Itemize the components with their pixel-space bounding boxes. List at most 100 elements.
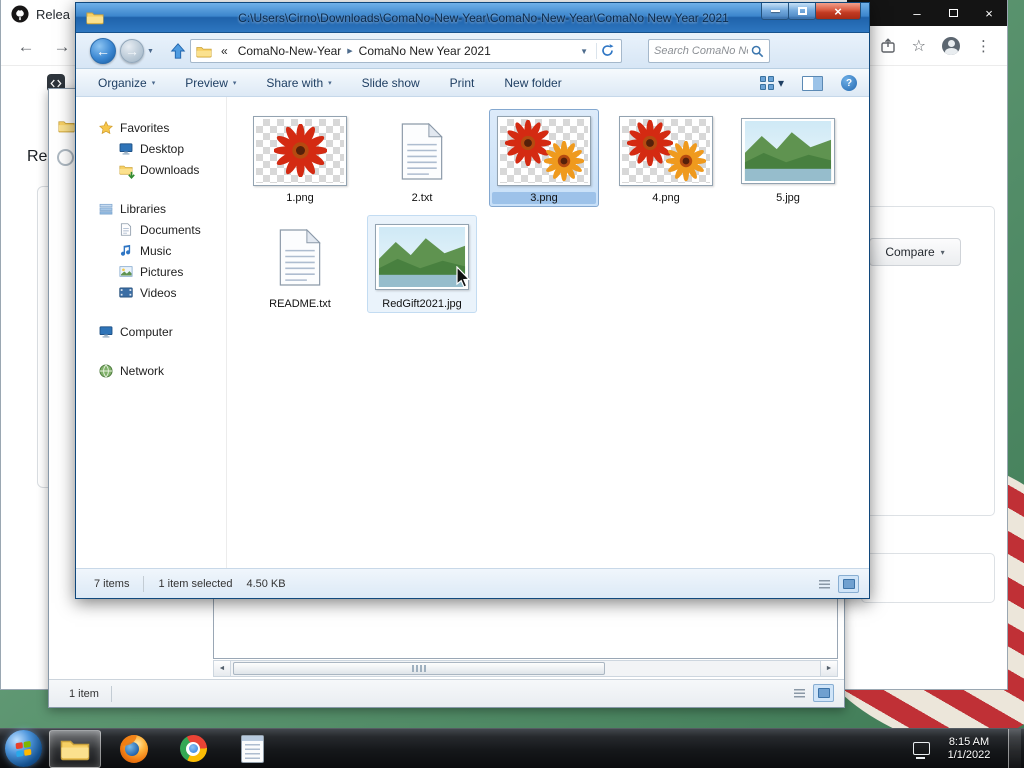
scrollbar-thumb[interactable] <box>233 662 605 675</box>
address-bar[interactable]: « ComaNo-New-Year ▶ ComaNo New Year 2021… <box>190 39 622 63</box>
clock-date: 1/1/2022 <box>947 748 991 761</box>
forward-button[interactable]: → <box>120 39 144 63</box>
file-tile-2txt[interactable]: 2.txt <box>367 109 477 207</box>
browser-menu-icon[interactable]: ⋮ <box>976 37 991 55</box>
slide-show-button[interactable]: Slide show <box>362 76 420 90</box>
page-heading-fragment: Re <box>27 148 48 165</box>
browser-toolbar-right: ☆ ⋮ <box>880 36 991 56</box>
back-button[interactable]: ← <box>90 38 116 64</box>
taskbar-clock[interactable]: 8:15 AM 1/1/2022 <box>940 736 998 762</box>
breadcrumb-item[interactable]: ComaNo New Year 2021 <box>354 44 496 58</box>
taskbar-chrome-button[interactable] <box>167 730 219 768</box>
downloads-folder-icon <box>118 162 135 179</box>
print-label: Print <box>449 75 475 90</box>
scroll-left-button[interactable]: ◄ <box>214 661 231 676</box>
file-grid: 1.png 2.txt 3.png 4.png 5.jpg README.txt… <box>239 109 869 321</box>
sidebar-label: Pictures <box>140 264 184 279</box>
preview-pane-button[interactable] <box>802 75 823 91</box>
file-name: 4.png <box>652 192 680 204</box>
sidebar-item-pictures[interactable]: Pictures <box>76 261 226 282</box>
bookmark-star-icon[interactable]: ☆ <box>912 36 926 56</box>
file-thumbnail <box>370 113 474 189</box>
sidebar-item-downloads[interactable]: Downloads <box>76 159 226 180</box>
minimize-button[interactable] <box>761 3 789 20</box>
divider <box>596 43 597 59</box>
change-view-button[interactable]: ▾ <box>759 76 784 90</box>
thumbnail-view-button[interactable] <box>838 575 859 593</box>
help-button[interactable]: ? <box>841 75 857 91</box>
status-bar: 1 item <box>49 679 844 707</box>
browser-tab-title[interactable]: Relea <box>36 7 70 22</box>
maximize-icon <box>948 9 958 17</box>
new-folder-button[interactable]: New folder <box>504 76 561 90</box>
file-list-area[interactable]: 1.png 2.txt 3.png 4.png 5.jpg README.txt… <box>227 97 869 568</box>
search-icon[interactable] <box>751 45 764 58</box>
file-tile-redgift[interactable]: RedGift2021.jpg <box>367 215 477 313</box>
profile-avatar[interactable] <box>942 37 960 55</box>
file-tile-1png[interactable]: 1.png <box>245 109 355 207</box>
maximize-button[interactable] <box>788 3 816 20</box>
file-thumbnail <box>248 113 352 189</box>
up-button[interactable] <box>168 41 188 61</box>
caret-down-icon: ▾ <box>328 79 332 87</box>
browser-minimize-button[interactable]: – <box>899 0 935 26</box>
share-with-menu[interactable]: Share with ▾ <box>266 76 331 90</box>
browser-forward-button[interactable]: → <box>51 37 73 57</box>
sidebar-item-network[interactable]: Network <box>76 360 226 381</box>
preview-menu[interactable]: Preview ▾ <box>185 76 236 90</box>
caret-down-icon: ▾ <box>777 76 784 90</box>
sidebar-label: Downloads <box>140 162 200 177</box>
command-bar: Organize ▾ Preview ▾ Share with ▾ Slide … <box>76 69 869 97</box>
input-method-icon[interactable] <box>913 742 930 759</box>
history-dropdown-icon[interactable]: ▼ <box>147 48 154 55</box>
close-button[interactable]: × <box>815 3 861 20</box>
item-count: 1 item <box>69 687 99 700</box>
firefox-icon <box>120 734 148 763</box>
breadcrumb-item[interactable]: ComaNo-New-Year <box>233 44 347 58</box>
sidebar-item-documents[interactable]: Documents <box>76 219 226 240</box>
browser-back-button[interactable]: ← <box>15 37 37 57</box>
scroll-right-button[interactable]: ► <box>820 661 837 676</box>
print-button[interactable]: Print <box>450 76 475 90</box>
search-box[interactable] <box>648 39 770 63</box>
browser-close-button[interactable]: × <box>971 0 1007 26</box>
horizontal-scrollbar[interactable]: ◄ ► <box>213 660 838 677</box>
refresh-icon[interactable] <box>600 43 616 59</box>
organize-menu[interactable]: Organize ▾ <box>98 76 155 90</box>
compare-button[interactable]: Compare ▾ <box>869 238 961 266</box>
explorer-titlebar[interactable]: C:\Users\Cirno\Downloads\ComaNo-New-Year… <box>76 3 869 33</box>
breadcrumb-overflow[interactable]: « <box>216 44 233 58</box>
sidebar-item-computer[interactable]: Computer <box>76 321 226 342</box>
file-tile-readme[interactable]: README.txt <box>245 215 355 313</box>
list-icon <box>819 579 830 589</box>
taskbar: 8:15 AM 1/1/2022 <box>0 728 1024 768</box>
navigation-pane: Favorites Desktop Downloads Libraries Do… <box>76 97 227 568</box>
file-tile-5jpg[interactable]: 5.jpg <box>733 109 843 207</box>
taskbar-explorer-button[interactable] <box>49 729 101 768</box>
taskbar-firefox-button[interactable] <box>108 730 160 768</box>
address-dropdown-icon[interactable]: ▼ <box>575 47 593 56</box>
selection-size: 4.50 KB <box>246 577 286 590</box>
details-view-button[interactable] <box>789 684 810 702</box>
thumbnail-view-button[interactable] <box>813 684 834 702</box>
file-tile-3png-selected[interactable]: 3.png <box>489 109 599 207</box>
file-tile-4png[interactable]: 4.png <box>611 109 721 207</box>
music-note-icon <box>118 243 133 258</box>
sidebar-item-favorites[interactable]: Favorites <box>76 117 226 138</box>
explorer-main: Favorites Desktop Downloads Libraries Do… <box>76 97 869 568</box>
taskbar-notepad-button[interactable] <box>226 730 278 768</box>
sidebar-item-music[interactable]: Music <box>76 240 226 261</box>
file-thumbnail <box>736 113 840 189</box>
back-button-partial[interactable] <box>57 149 74 166</box>
start-button[interactable] <box>5 730 42 767</box>
show-desktop-button[interactable] <box>1008 728 1021 768</box>
share-icon[interactable] <box>880 38 896 54</box>
search-input[interactable] <box>654 45 748 57</box>
sidebar-item-videos[interactable]: Videos <box>76 282 226 303</box>
details-view-button[interactable] <box>814 575 835 593</box>
pane-left <box>803 76 813 90</box>
sidebar-item-libraries[interactable]: Libraries <box>76 198 226 219</box>
sidebar-label: Computer <box>120 324 173 339</box>
browser-maximize-button[interactable] <box>935 0 971 26</box>
sidebar-item-desktop[interactable]: Desktop <box>76 138 226 159</box>
